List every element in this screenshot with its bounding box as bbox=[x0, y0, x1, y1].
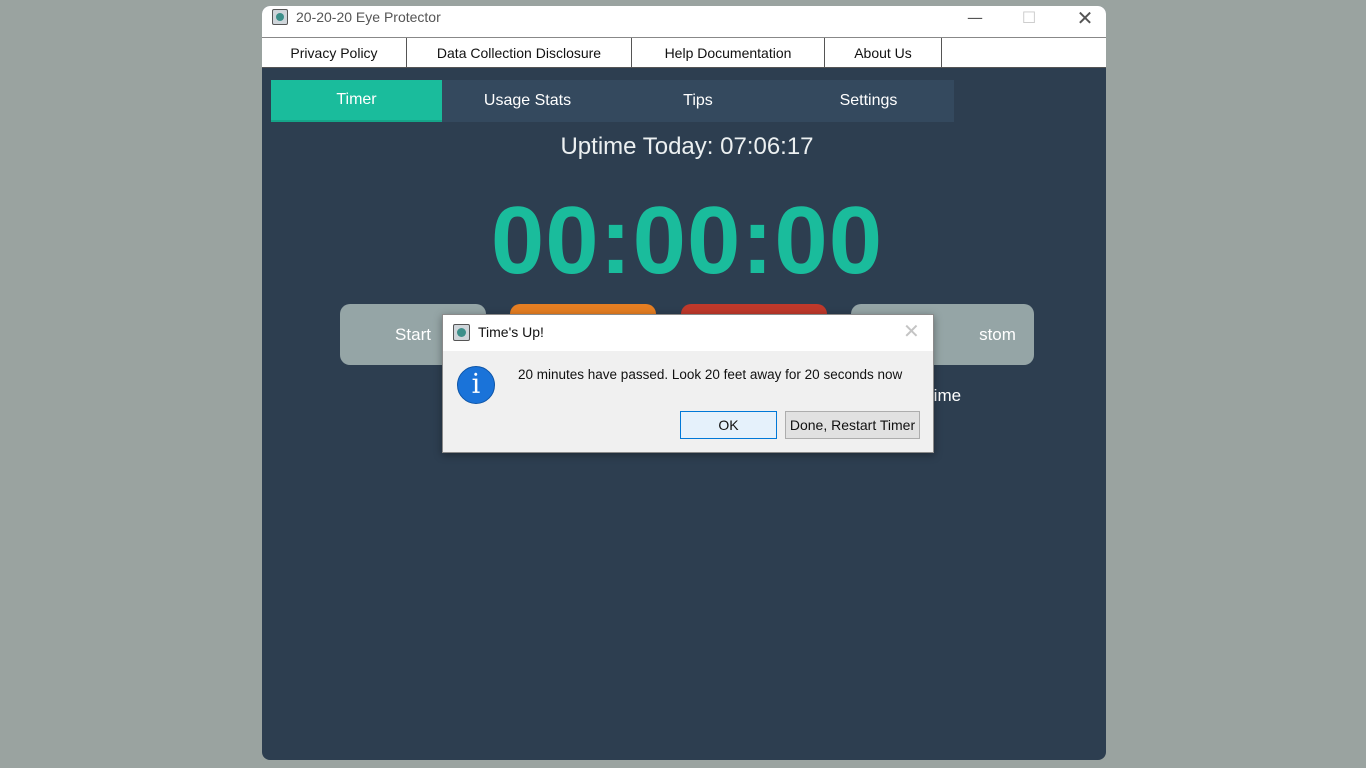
dialog-title-bar[interactable]: Time's Up! ✕ bbox=[443, 315, 933, 351]
times-up-dialog: Time's Up! ✕ i 20 minutes have passed. L… bbox=[442, 314, 934, 453]
menu-help-documentation[interactable]: Help Documentation bbox=[632, 38, 825, 68]
menu-bar: Privacy Policy Data Collection Disclosur… bbox=[262, 37, 1106, 68]
minimize-button[interactable]: — bbox=[952, 6, 998, 37]
tab-timer[interactable]: Timer bbox=[271, 80, 442, 122]
menu-privacy-policy[interactable]: Privacy Policy bbox=[262, 38, 407, 68]
timer-display: 00:00:00 bbox=[490, 187, 884, 294]
dialog-message: 20 minutes have passed. Look 20 feet awa… bbox=[518, 367, 903, 382]
app-eye-icon bbox=[272, 9, 288, 25]
menu-about-us[interactable]: About Us bbox=[825, 38, 942, 68]
app-eye-icon bbox=[453, 324, 470, 341]
uptime-label: Uptime Today: 07:06:17 bbox=[560, 133, 814, 160]
dialog-title: Time's Up! bbox=[478, 324, 544, 340]
maximize-button[interactable]: ☐ bbox=[1006, 6, 1052, 37]
title-bar[interactable]: 20-20-20 Eye Protector — ☐ ✕ bbox=[262, 6, 1106, 37]
tab-usage-stats[interactable]: Usage Stats bbox=[442, 80, 613, 122]
window-title: 20-20-20 Eye Protector bbox=[296, 9, 441, 25]
close-button[interactable]: ✕ bbox=[1062, 6, 1106, 37]
info-icon: i bbox=[457, 366, 495, 404]
tab-settings[interactable]: Settings bbox=[783, 80, 954, 122]
tab-tips[interactable]: Tips bbox=[613, 80, 783, 122]
tab-bar: Timer Usage Stats Tips Settings bbox=[271, 80, 954, 122]
menu-data-collection-disclosure[interactable]: Data Collection Disclosure bbox=[407, 38, 632, 68]
ok-button[interactable]: OK bbox=[680, 411, 777, 439]
dialog-close-button[interactable]: ✕ bbox=[903, 319, 920, 343]
restart-timer-button[interactable]: Done, Restart Timer bbox=[785, 411, 920, 439]
